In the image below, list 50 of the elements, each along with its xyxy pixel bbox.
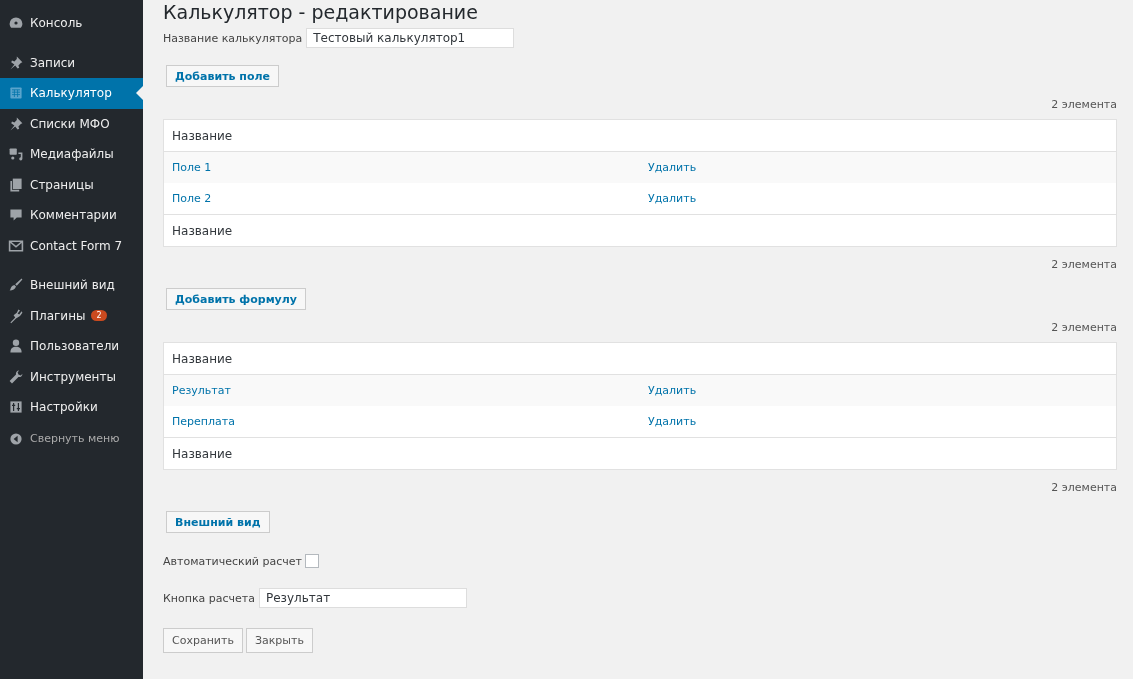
sidebar-item[interactable]: Страницы — [0, 169, 143, 200]
sidebar-item[interactable]: Пользователи — [0, 331, 143, 362]
plug-icon — [8, 307, 24, 324]
row-name-link[interactable]: Переплата — [172, 415, 648, 428]
delete-link[interactable]: Удалить — [648, 384, 697, 397]
sidebar-item[interactable]: Инструменты — [0, 361, 143, 392]
collapse-icon — [8, 430, 24, 447]
row-name-link[interactable]: Результат — [172, 384, 648, 397]
collapse-menu-button[interactable]: Свернуть меню — [0, 423, 143, 454]
delete-link[interactable]: Удалить — [648, 415, 697, 428]
sidebar-item[interactable]: Плагины 2 — [0, 300, 143, 331]
item-count: 2 элемента — [1050, 481, 1117, 494]
sliders-icon — [8, 399, 24, 416]
sidebar-item[interactable]: Медиафайлы — [0, 139, 143, 170]
delete-link[interactable]: Удалить — [648, 192, 697, 205]
column-footer: Название — [164, 214, 1116, 246]
row-name-link[interactable]: Поле 1 — [172, 161, 648, 174]
sidebar-item[interactable]: Настройки — [0, 392, 143, 423]
row-name-link[interactable]: Поле 2 — [172, 192, 648, 205]
update-count-badge: 2 — [91, 310, 107, 322]
button-text-field[interactable]: Результат — [259, 588, 467, 608]
field-label: Название калькулятора — [163, 31, 303, 45]
calc-icon — [8, 85, 24, 102]
pages-icon — [8, 176, 24, 193]
checkbox-label: Автоматический расчет — [163, 554, 302, 568]
column-footer: Название — [164, 437, 1116, 469]
sidebar-item[interactable]: Списки МФО — [0, 108, 143, 139]
field-label: Кнопка расчета — [163, 591, 255, 605]
item-count: 2 элемента — [1050, 258, 1117, 271]
mail-icon — [8, 237, 24, 254]
add-button[interactable]: Добавить поле — [166, 65, 279, 87]
user-icon — [8, 338, 24, 355]
sidebar-item[interactable]: Комментарии — [0, 200, 143, 231]
action-button[interactable]: Сохранить — [163, 628, 243, 653]
calculator-name-field[interactable]: Тестовый калькулятор1 — [306, 28, 515, 48]
appearance-button[interactable]: Внешний вид — [166, 511, 270, 533]
sidebar-item[interactable]: Contact Form 7 — [0, 230, 143, 261]
media-icon — [8, 146, 24, 163]
sidebar-item[interactable]: Консоль — [0, 8, 143, 39]
checkbox[interactable] — [304, 554, 319, 568]
add-button[interactable]: Добавить формулу — [166, 288, 307, 310]
sidebar-item[interactable]: Калькулятор — [0, 78, 143, 109]
sidebar-item[interactable]: Внешний вид — [0, 270, 143, 301]
sidebar-item[interactable]: Записи — [0, 47, 143, 78]
item-count: 2 элемента — [1050, 321, 1117, 334]
delete-link[interactable]: Удалить — [648, 161, 697, 174]
page-title: Калькулятор - редактирование — [163, 1, 479, 23]
action-button[interactable]: Закрыть — [245, 628, 313, 653]
item-count: 2 элемента — [1050, 98, 1117, 111]
wrench-icon — [8, 368, 24, 385]
